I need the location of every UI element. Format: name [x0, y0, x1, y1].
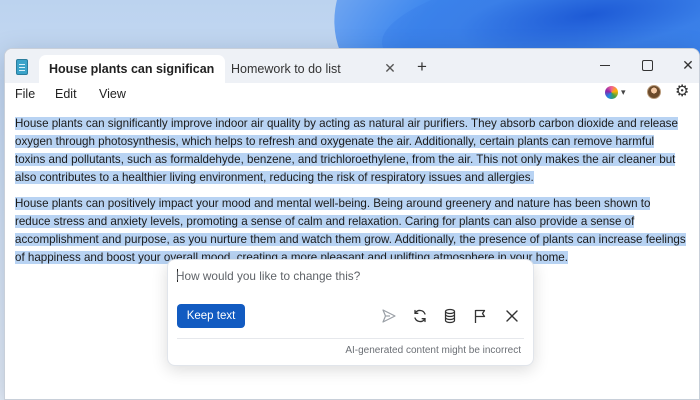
menu-file[interactable]: File [15, 87, 35, 101]
window-close-icon[interactable]: ✕ [680, 57, 696, 73]
rewrite-prompt-input[interactable] [176, 266, 516, 286]
gear-icon[interactable]: ⚙ [675, 83, 689, 101]
new-tab-button[interactable]: + [417, 58, 427, 75]
flag-icon[interactable] [472, 308, 488, 324]
notepad-app-icon [16, 59, 28, 75]
tab-homework[interactable]: Homework to do list ✕ [227, 55, 407, 83]
tab-label: Homework to do list [231, 62, 341, 76]
ai-disclaimer: AI-generated content might be incorrect [345, 345, 521, 356]
divider [177, 338, 524, 339]
tab-close-icon[interactable]: ✕ [383, 61, 397, 75]
paragraph: House plants can positively impact your … [15, 195, 687, 267]
selected-text: House plants can positively impact your … [15, 197, 686, 264]
avatar[interactable] [647, 85, 661, 99]
selected-text: House plants can significantly improve i… [15, 117, 678, 184]
versions-icon[interactable] [442, 308, 458, 324]
keep-text-button[interactable]: Keep text [177, 304, 245, 328]
menu-view[interactable]: View [99, 87, 126, 101]
tab-label: House plants can significan [49, 62, 215, 76]
maximize-icon[interactable] [639, 57, 655, 73]
chevron-down-icon[interactable]: ▾ [621, 87, 626, 98]
paragraph: House plants can significantly improve i… [15, 115, 687, 187]
title-bar[interactable]: House plants can significan Homework to … [5, 49, 699, 83]
menu-bar: File Edit View ▾ ⚙ [5, 83, 699, 105]
close-icon[interactable] [504, 308, 520, 324]
tab-house-plants[interactable]: House plants can significan [39, 55, 225, 83]
copilot-icon[interactable] [605, 86, 618, 99]
menu-edit[interactable]: Edit [55, 87, 77, 101]
retry-icon[interactable] [412, 308, 428, 324]
minimize-icon[interactable] [597, 57, 613, 73]
send-icon[interactable] [381, 308, 397, 324]
rewrite-popup: Keep text AI-generated content might be … [167, 259, 534, 366]
